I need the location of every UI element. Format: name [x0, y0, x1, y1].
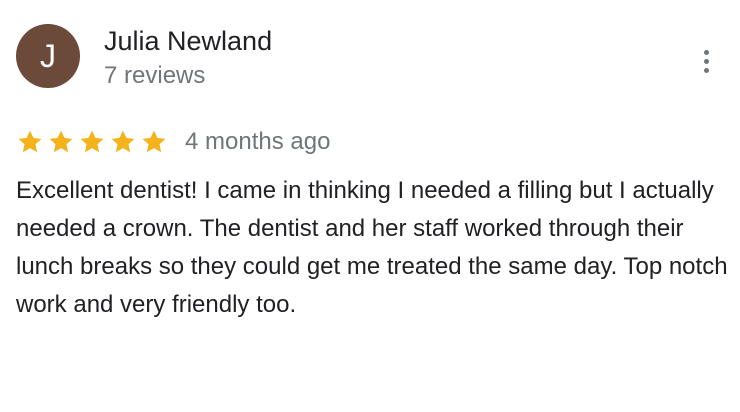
- review-text: Excellent dentist! I came in thinking I …: [16, 177, 728, 318]
- avatar-letter: J: [40, 38, 56, 74]
- more-options-button[interactable]: [692, 44, 720, 78]
- star-rating: [16, 128, 168, 156]
- review-date: 4 months ago: [185, 128, 331, 155]
- review-count: 7 reviews: [104, 62, 206, 89]
- avatar[interactable]: J: [16, 24, 80, 88]
- more-vert-icon: [703, 49, 709, 55]
- star-icon: [16, 128, 44, 156]
- star-icon: [140, 128, 168, 156]
- star-icon: [109, 128, 137, 156]
- star-icon: [78, 128, 106, 156]
- rating-row: 4 months ago: [16, 124, 330, 160]
- star-icon: [47, 128, 75, 156]
- review-card: J Julia Newland 7 reviews 4 months ago E…: [0, 0, 740, 412]
- author-name[interactable]: Julia Newland: [104, 26, 272, 57]
